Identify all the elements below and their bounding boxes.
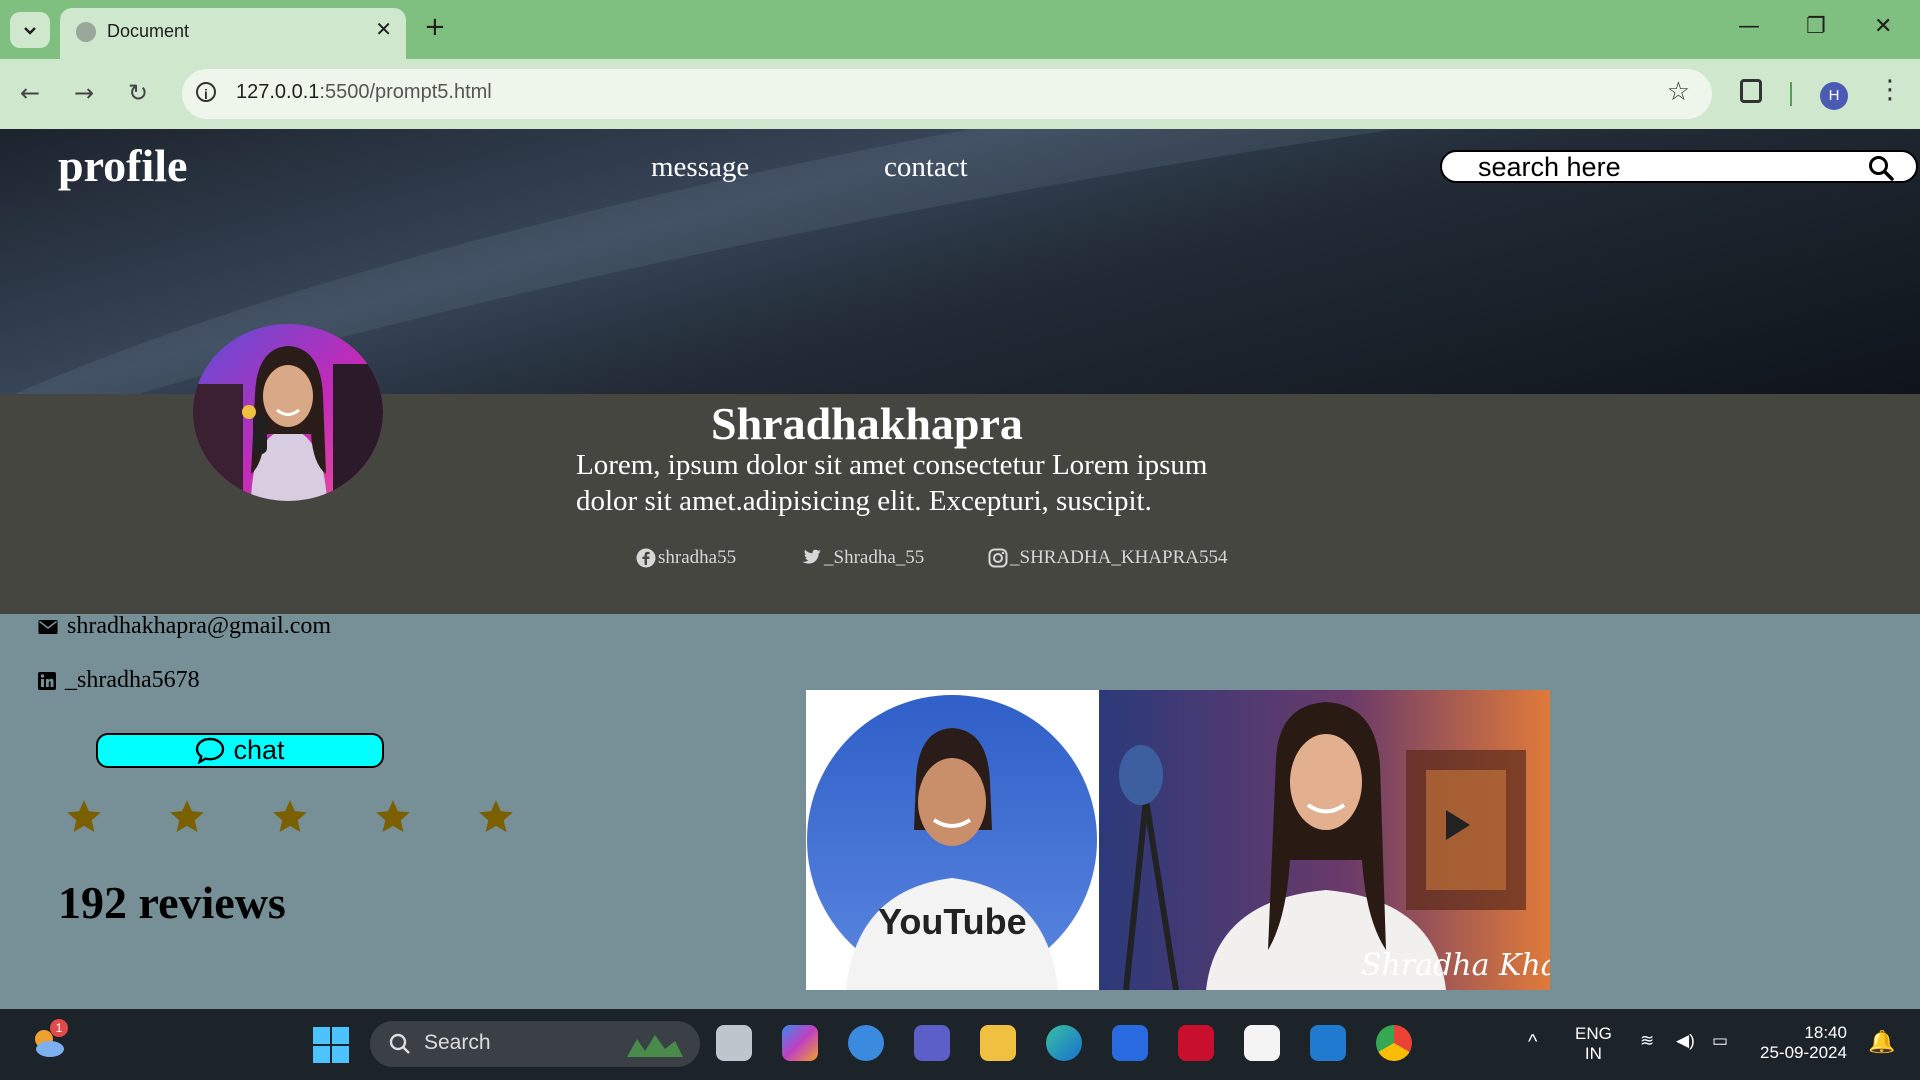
profile-avatar-photo [193,324,383,501]
web-page: profile message contact search here Shra… [0,129,1920,1009]
windows-taskbar: 1 Search ^ ENG IN ≋ ◀) ▭ 18:40 25-09-202… [0,1009,1920,1080]
copilot-icon[interactable] [782,1025,818,1061]
facebook-link[interactable]: shradha55 [636,547,736,569]
teams-icon[interactable] [914,1025,950,1061]
chat-button[interactable]: chat [96,733,384,768]
vscode-icon[interactable] [1310,1025,1346,1061]
nav-link-contact[interactable]: contact [884,151,968,184]
taskbar-search[interactable]: Search [370,1021,700,1067]
language-indicator[interactable]: ENG IN [1575,1024,1612,1064]
search-placeholder: search here [1478,152,1621,182]
search-icon [389,1033,410,1054]
tab-search-button[interactable] [10,12,50,48]
mcafee-icon[interactable] [1178,1025,1214,1061]
twitter-icon [802,549,821,564]
linkedin-handle[interactable]: _shradha5678 [65,667,200,694]
profile-bio: Lorem, ipsum dolor sit amet consectetur … [576,447,1296,519]
clock-date: 25-09-2024 [1760,1043,1847,1062]
show-hidden-icons[interactable]: ^ [1528,1031,1537,1054]
tab-title: Document [107,21,190,41]
email-row: shradhakhapra@gmail.com [38,613,331,640]
chat-bubble-icon [196,737,225,764]
new-tab-icon[interactable]: + [424,12,446,42]
instagram-handle: _SHRADHA_KHAPRA554 [1010,547,1228,568]
volume-icon[interactable]: ◀) [1676,1031,1695,1051]
taskbar-search-label: Search [424,1031,491,1054]
search-highlight-icon [627,1035,683,1057]
shirt-logo-text: YouTube [878,901,1027,942]
clock-time: 18:40 [1804,1023,1847,1042]
star-icon [170,800,204,833]
url-host: 127.0.0.1 [236,81,320,103]
linkedin-icon [38,671,56,690]
brand-title[interactable]: profile [58,139,187,192]
weather-widget[interactable]: 1 [28,1019,68,1063]
back-icon[interactable]: ← [20,79,40,107]
forward-icon[interactable]: → [74,79,94,107]
microsoft-store-icon[interactable] [1244,1025,1280,1061]
star-icon [67,800,101,833]
profile-avatar[interactable]: H [1820,82,1848,110]
minimize-icon[interactable]: — [1738,14,1760,39]
region-code: IN [1584,1044,1602,1063]
star-icon [479,800,513,833]
instagram-link[interactable]: _SHRADHA_KHAPRA554 [988,547,1227,569]
facebook-handle: shradha55 [658,547,737,568]
more-menu-icon[interactable]: ⋮ [1877,75,1903,105]
instagram-icon [988,548,1008,568]
edge-icon[interactable] [1046,1025,1082,1061]
reviews-count: 192 reviews [58,877,286,928]
myhp-icon[interactable] [1112,1025,1148,1061]
close-tab-icon[interactable]: ✕ [375,17,392,41]
toolbar-divider [1790,82,1792,106]
bio-line: Lorem, ipsum dolor sit amet consectetur … [576,449,1208,481]
search-icon[interactable] [1868,155,1894,181]
bookmark-star-icon[interactable]: ☆ [1667,77,1690,107]
bio-line: dolor sit amet.adipisicing elit. Exceptu… [576,485,1152,517]
task-view-icon[interactable] [716,1025,752,1061]
email-text[interactable]: shradhakhapra@gmail.com [67,613,331,640]
restore-icon[interactable]: ❐ [1806,14,1826,39]
browser-toolbar: ← → ↻ i 127.0.0.1:5500/prompt5.html ☆ H … [0,59,1920,129]
wifi-icon[interactable]: ≋ [1640,1031,1654,1051]
reload-icon[interactable]: ↻ [128,79,148,107]
browser-tab-strip: Document ✕ + — ❐ ✕ [0,0,1920,59]
linkedin-row: _shradha5678 [38,667,200,694]
facebook-icon [636,548,656,568]
star-icon [273,800,307,833]
envelope-icon [38,619,58,634]
site-info-icon[interactable]: i [196,82,216,102]
signature-text: Shradha Khapra [1361,948,1550,983]
chevron-down-icon [24,27,36,35]
browser-tab[interactable]: Document ✕ [60,8,406,59]
star-icon [376,800,410,833]
file-explorer-icon[interactable] [980,1025,1016,1061]
twitter-link[interactable]: _Shradha_55 [800,547,924,569]
notification-badge: 1 [50,1019,68,1037]
chat-button-label: chat [233,735,285,765]
twitter-handle: _Shradha_55 [824,547,925,568]
url-text[interactable]: 127.0.0.1:5500/prompt5.html [236,81,492,104]
clock[interactable]: 18:40 25-09-2024 [1760,1023,1847,1063]
chrome-icon[interactable] [1376,1025,1412,1061]
url-path: :5500/prompt5.html [319,81,492,103]
nav-link-message[interactable]: message [651,151,749,184]
windows-start-icon[interactable] [313,1027,349,1063]
notification-bell-icon[interactable]: 🔔 [1868,1029,1895,1055]
profile-name: Shradhakhapra [711,398,1023,449]
close-window-icon[interactable]: ✕ [1874,14,1892,39]
address-bar[interactable]: i 127.0.0.1:5500/prompt5.html ☆ [182,69,1712,119]
globe-icon [76,22,96,42]
extensions-icon[interactable] [1740,79,1762,103]
battery-icon[interactable]: ▭ [1712,1031,1728,1051]
get-help-icon[interactable] [848,1025,884,1061]
language-code: ENG [1575,1024,1612,1043]
search-input[interactable]: search here [1440,150,1918,183]
profile-collage-image: YouTube Shradha Khapra [806,690,1550,990]
